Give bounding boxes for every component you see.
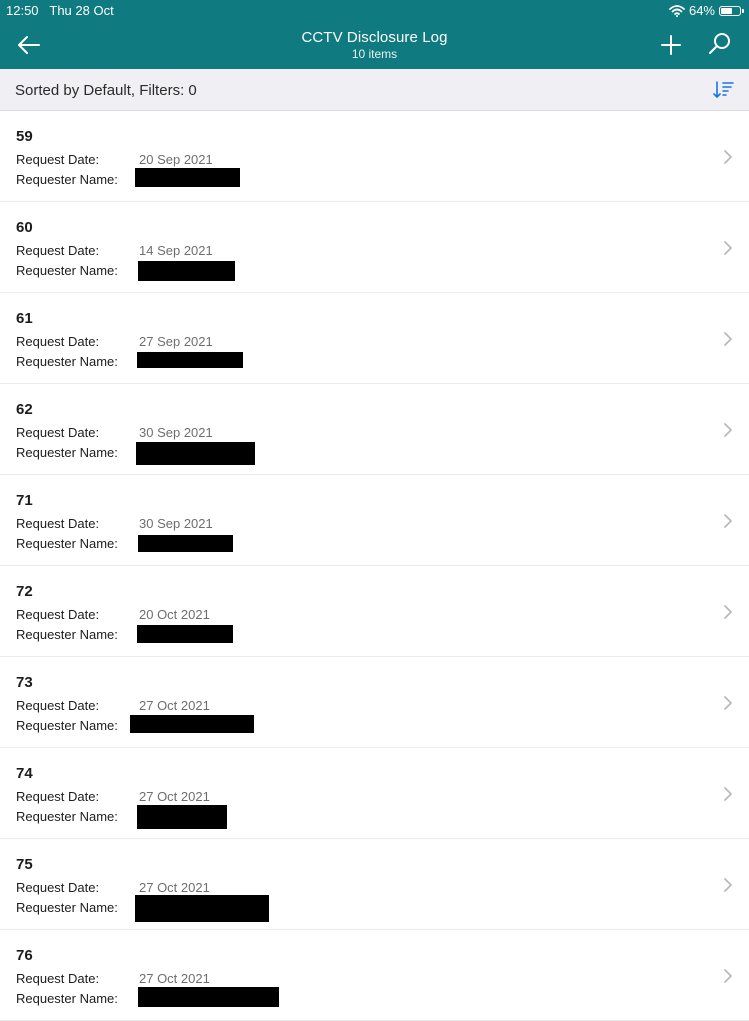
sort-filter-status: Sorted by Default, Filters: 0 <box>15 82 197 99</box>
redacted-requester-name <box>137 625 233 643</box>
list-item[interactable]: 76 Request Date: 27 Oct 2021 Requester N… <box>0 930 749 1021</box>
requester-name-label: Requester Name: <box>16 445 118 460</box>
request-date-value: 20 Oct 2021 <box>139 607 210 622</box>
item-count: 10 items <box>351 47 398 61</box>
battery-percent: 64% <box>688 3 715 18</box>
item-id: 75 <box>16 856 33 873</box>
chevron-right-icon <box>724 514 732 528</box>
chevron-right-icon <box>724 696 732 710</box>
status-date: Thu 28 Oct <box>49 3 114 18</box>
request-date-label: Request Date: <box>16 425 100 440</box>
item-id: 62 <box>16 401 33 418</box>
chevron-right-icon <box>724 150 732 164</box>
chevron-right-icon <box>724 241 732 255</box>
sort-icon[interactable] <box>713 79 735 101</box>
list-item[interactable]: 73 Request Date: 27 Oct 2021 Requester N… <box>0 657 749 748</box>
page-title: CCTV Disclosure Log <box>301 29 448 46</box>
list-item[interactable]: 60 Request Date: 14 Sep 2021 Requester N… <box>0 202 749 293</box>
add-icon[interactable] <box>657 31 685 59</box>
chevron-right-icon <box>724 423 732 437</box>
list-item[interactable]: 72 Request Date: 20 Oct 2021 Requester N… <box>0 566 749 657</box>
list-item[interactable]: 61 Request Date: 27 Sep 2021 Requester N… <box>0 293 749 384</box>
redacted-requester-name <box>138 261 235 281</box>
request-date-value: 27 Oct 2021 <box>139 698 210 713</box>
status-bar-time: 12:50 Thu 28 Oct <box>6 3 114 18</box>
redacted-requester-name <box>137 805 227 829</box>
item-id: 73 <box>16 674 33 691</box>
sort-filter-bar: Sorted by Default, Filters: 0 <box>0 69 749 111</box>
redacted-requester-name <box>137 352 243 368</box>
request-date-label: Request Date: <box>16 516 100 531</box>
requester-name-label: Requester Name: <box>16 809 118 824</box>
request-date-label: Request Date: <box>16 152 100 167</box>
search-icon[interactable] <box>706 30 734 58</box>
redacted-requester-name <box>138 535 233 552</box>
requester-name-label: Requester Name: <box>16 354 118 369</box>
status-bar-right: 64% <box>669 3 744 18</box>
request-date-value: 27 Oct 2021 <box>139 880 210 895</box>
list-item[interactable]: 59 Request Date: 20 Sep 2021 Requester N… <box>0 111 749 202</box>
redacted-requester-name <box>130 715 254 733</box>
redacted-requester-name <box>135 168 240 187</box>
requester-name-label: Requester Name: <box>16 900 118 915</box>
disclosure-list: 59 Request Date: 20 Sep 2021 Requester N… <box>0 111 749 1021</box>
requester-name-label: Requester Name: <box>16 627 118 642</box>
request-date-label: Request Date: <box>16 334 100 349</box>
requester-name-label: Requester Name: <box>16 172 118 187</box>
requester-name-label: Requester Name: <box>16 718 118 733</box>
item-id: 72 <box>16 583 33 600</box>
redacted-requester-name <box>138 987 279 1007</box>
battery-level <box>721 7 732 14</box>
list-item[interactable]: 62 Request Date: 30 Sep 2021 Requester N… <box>0 384 749 475</box>
status-time: 12:50 <box>6 3 39 18</box>
chevron-right-icon <box>724 605 732 619</box>
request-date-value: 27 Sep 2021 <box>139 334 213 349</box>
request-date-value: 27 Oct 2021 <box>139 971 210 986</box>
request-date-value: 30 Sep 2021 <box>139 516 213 531</box>
item-id: 60 <box>16 219 33 236</box>
redacted-requester-name <box>135 895 269 922</box>
item-id: 74 <box>16 765 33 782</box>
battery-icon <box>719 5 744 16</box>
header-title-group: CCTV Disclosure Log 10 items <box>0 29 749 61</box>
item-id: 61 <box>16 310 33 327</box>
requester-name-label: Requester Name: <box>16 536 118 551</box>
item-id: 59 <box>16 128 33 145</box>
list-item[interactable]: 71 Request Date: 30 Sep 2021 Requester N… <box>0 475 749 566</box>
list-item[interactable]: 75 Request Date: 27 Oct 2021 Requester N… <box>0 839 749 930</box>
navigation-header: 12:50 Thu 28 Oct 64% CCTV Disclosure Log… <box>0 0 749 69</box>
request-date-label: Request Date: <box>16 607 100 622</box>
request-date-value: 20 Sep 2021 <box>139 152 213 167</box>
request-date-value: 27 Oct 2021 <box>139 789 210 804</box>
item-id: 71 <box>16 492 33 509</box>
item-id: 76 <box>16 947 33 964</box>
requester-name-label: Requester Name: <box>16 263 118 278</box>
request-date-label: Request Date: <box>16 971 100 986</box>
chevron-right-icon <box>724 332 732 346</box>
request-date-label: Request Date: <box>16 243 100 258</box>
request-date-label: Request Date: <box>16 789 100 804</box>
wifi-icon <box>669 4 685 17</box>
chevron-right-icon <box>724 878 732 892</box>
chevron-right-icon <box>724 969 732 983</box>
list-item[interactable]: 74 Request Date: 27 Oct 2021 Requester N… <box>0 748 749 839</box>
redacted-requester-name <box>136 442 255 465</box>
request-date-label: Request Date: <box>16 880 100 895</box>
request-date-label: Request Date: <box>16 698 100 713</box>
request-date-value: 30 Sep 2021 <box>139 425 213 440</box>
chevron-right-icon <box>724 787 732 801</box>
request-date-value: 14 Sep 2021 <box>139 243 213 258</box>
